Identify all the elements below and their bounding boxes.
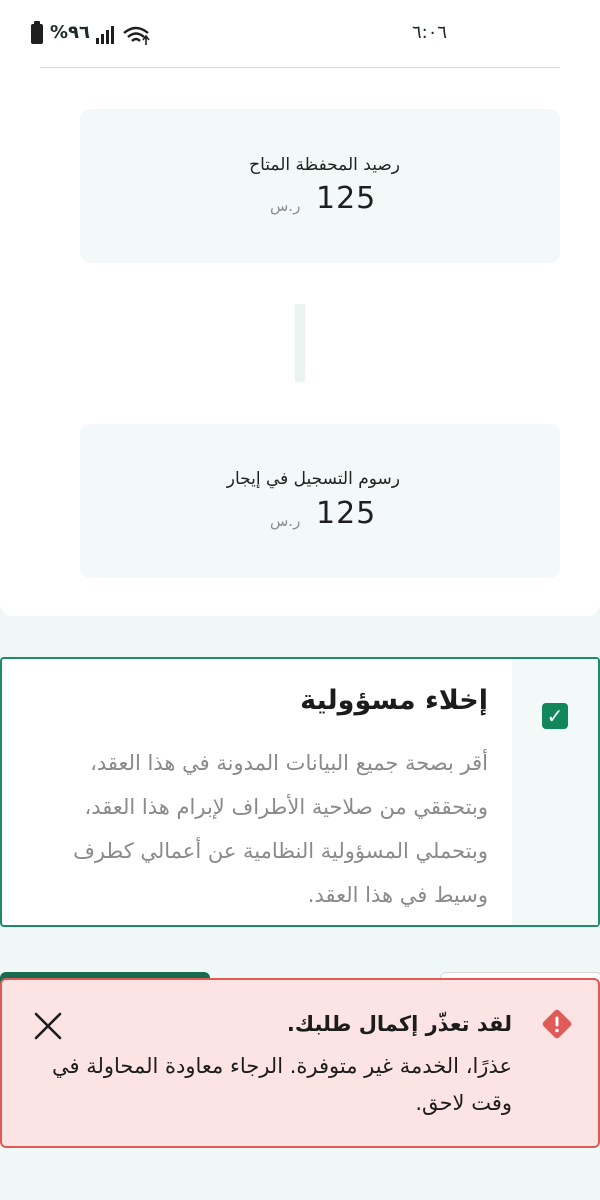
- wallet-balance-currency: ر.س: [270, 197, 301, 215]
- error-toast-title: لقد تعذّر إكمال طلبك.: [286, 1012, 512, 1036]
- registration-fee-box: رسوم التسجيل في إيجار 125 ر.س: [80, 424, 560, 578]
- error-icon: [542, 1009, 572, 1039]
- battery-icon: [31, 21, 43, 44]
- registration-fee-currency: ر.س: [270, 512, 301, 530]
- disclaimer-title: إخلاء مسؤولية: [300, 685, 488, 716]
- wallet-balance-box: رصيد المحفظة المتاح 125 ر.س: [80, 109, 560, 263]
- registration-fee-label: رسوم التسجيل في إيجار: [226, 469, 400, 489]
- wifi-icon: [123, 26, 150, 45]
- registration-fee-amount: 125: [316, 496, 377, 531]
- wallet-balance-amount: 125: [316, 181, 377, 216]
- wallet-balance-label: رصيد المحفظة المتاح: [249, 155, 400, 175]
- divider: [40, 67, 560, 68]
- battery-percentage: %٩٦: [50, 22, 91, 43]
- connector-line: [295, 304, 305, 382]
- disclaimer-text: أقر بصحة جميع البيانات المدونة في هذا ال…: [73, 751, 488, 907]
- fees-summary-card: رصيد المحفظة المتاح 125 ر.س رسوم التسجيل…: [0, 58, 600, 616]
- disclaimer-checkbox[interactable]: ✓: [542, 703, 568, 729]
- signal-icon: [96, 24, 118, 44]
- disclaimer-checkbox-area[interactable]: ✓: [512, 659, 598, 925]
- close-icon[interactable]: [26, 1004, 70, 1048]
- checkmark-icon: ✓: [546, 704, 564, 728]
- status-bar: %٩٦ ٦:٠٦: [0, 0, 600, 58]
- status-time: ٦:٠٦: [412, 22, 448, 43]
- disclaimer-card[interactable]: ✓ إخلاء مسؤولية أقر بصحة جميع البيانات ا…: [0, 657, 600, 927]
- error-toast-message: عذرًا، الخدمة غير متوفرة. الرجاء معاودة …: [51, 1054, 512, 1115]
